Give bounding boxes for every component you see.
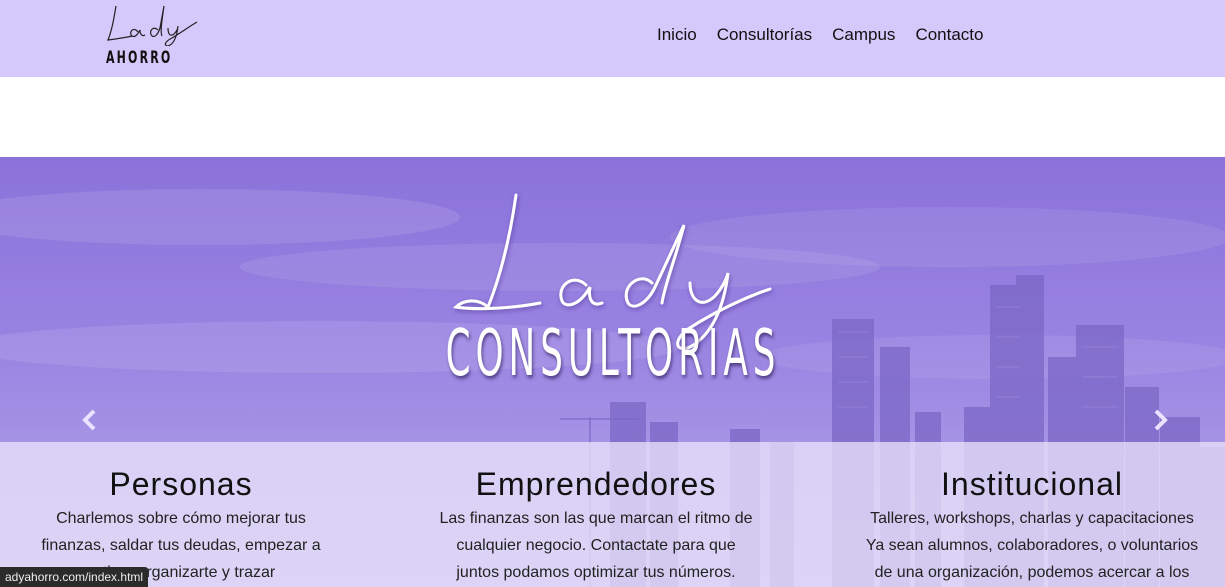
card-description: Las finanzas son las que marcan el ritmo… (400, 505, 792, 586)
card-title: Emprendedores (475, 466, 717, 502)
nav-link-inicio[interactable]: Inicio (657, 25, 697, 45)
main-nav: Inicio Consultorías Campus Contacto (657, 25, 1003, 45)
logo-script-lady (107, 5, 198, 46)
hero-carousel: CONSULTORIAS Personas Charlemos sobre có… (0, 157, 1225, 587)
nav-link-contacto[interactable]: Contacto (915, 25, 983, 45)
card-line: juntos podamos optimizar tus números. (456, 564, 736, 581)
card-line: cualquier negocio. Contactate para que (456, 537, 736, 554)
status-bar-url: adyahorro.com/index.html (0, 567, 149, 587)
navbar: AHORRO Inicio Consultorías Campus Contac… (0, 0, 1225, 77)
card-description: Talleres, workshops, charlas y capacitac… (832, 505, 1225, 586)
logo-wordmark: AHORRO (106, 48, 173, 68)
chevron-left-icon (82, 409, 96, 431)
chevron-right-icon (1154, 409, 1168, 431)
carousel-prev-button[interactable] (74, 405, 104, 435)
hero-title-text: CONSULTORIAS (445, 317, 780, 391)
service-card-personas[interactable]: Personas Charlemos sobre cómo mejorar tu… (6, 442, 356, 587)
card-title: Personas (109, 466, 253, 502)
services-panel: Personas Charlemos sobre cómo mejorar tu… (0, 442, 1225, 587)
service-card-emprendedores[interactable]: Emprendedores Las finanzas son las que m… (400, 442, 792, 587)
carousel-next-button[interactable] (1146, 405, 1176, 435)
card-line: finanzas, saldar tus deudas, empezar a (41, 537, 321, 554)
nav-link-consultorias[interactable]: Consultorías (717, 25, 812, 45)
card-line: Las finanzas son las que marcan el ritmo… (439, 510, 753, 527)
card-line: Ya sean alumnos, colaboradores, o volunt… (865, 537, 1199, 554)
card-line: de una organización, podemos acercar a l… (874, 564, 1190, 581)
card-title: Institucional (941, 466, 1123, 502)
logo[interactable]: AHORRO (100, 2, 200, 72)
service-card-institucional[interactable]: Institucional Talleres, workshops, charl… (832, 442, 1225, 587)
card-line: Charlemos sobre cómo mejorar tus (56, 510, 306, 527)
card-line: Talleres, workshops, charlas y capacitac… (870, 510, 1194, 527)
hero-title: CONSULTORIAS (0, 317, 1225, 391)
nav-link-campus[interactable]: Campus (832, 25, 895, 45)
